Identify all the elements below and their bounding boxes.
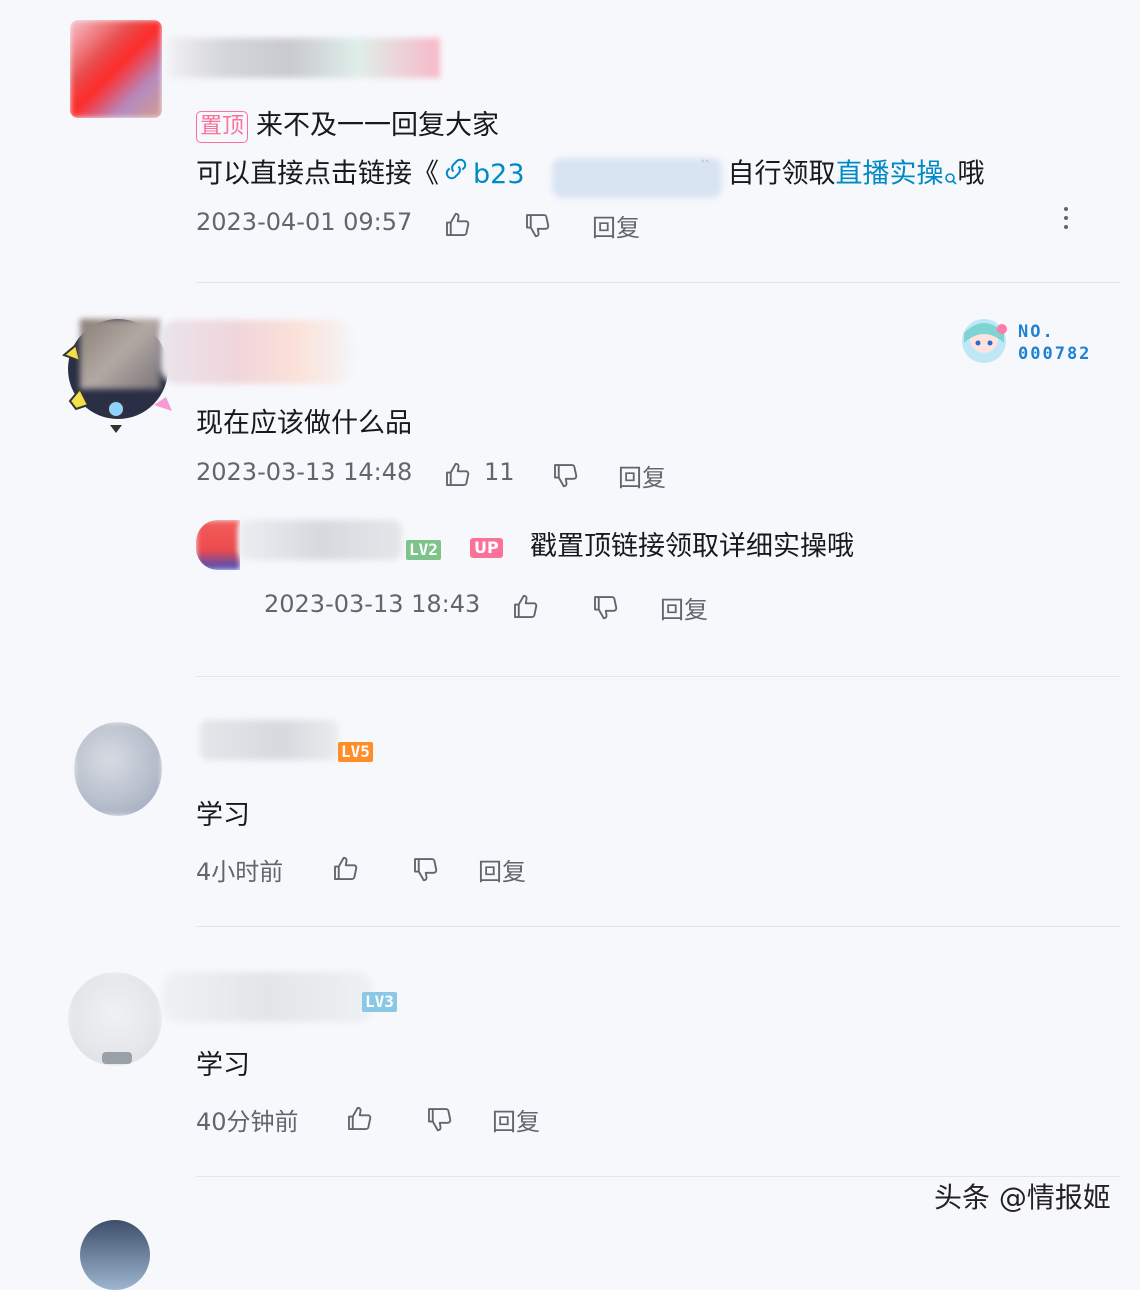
comment-text: 现在应该做什么品: [196, 408, 412, 439]
thumbs-up-icon[interactable]: [442, 210, 472, 240]
reply-button[interactable]: 回复: [618, 458, 666, 493]
pinned-badge: 置顶: [196, 110, 249, 143]
thumbs-up-icon[interactable]: [510, 592, 540, 622]
comment-time: 4小时前: [196, 858, 284, 886]
avatar[interactable]: [68, 972, 162, 1066]
fan-badge-avatar-icon: [962, 319, 1007, 363]
reply-time: 2023-03-13 18:43: [264, 590, 481, 618]
avatar[interactable]: [196, 520, 240, 570]
like-count: 11: [484, 458, 515, 486]
comment-time: 40分钟前: [196, 1108, 299, 1136]
kebab-menu-icon[interactable]: [1064, 207, 1068, 234]
watermark: 头条 @情报姬: [934, 1181, 1111, 1214]
reply-button[interactable]: 回复: [478, 852, 526, 887]
username-redacted[interactable]: [162, 972, 372, 1022]
divider: [196, 926, 1120, 927]
comment-text-line1: 置顶 来不及一一回复大家: [196, 106, 499, 146]
comment-text: 学习: [196, 1050, 250, 1081]
keyword-search-link[interactable]: 直播实操: [836, 159, 944, 190]
avatar[interactable]: [74, 722, 162, 816]
reply-text: 戳置顶链接领取详细实操哦: [530, 531, 854, 562]
thumbs-down-icon[interactable]: [522, 210, 552, 240]
username-redacted[interactable]: [160, 320, 352, 384]
fan-badge[interactable]: NO. 000782: [958, 315, 1108, 367]
link-redacted: [552, 158, 722, 198]
level-badge: LV3: [362, 992, 397, 1012]
thumbs-down-icon[interactable]: [424, 1104, 454, 1134]
username-redacted[interactable]: [200, 720, 338, 760]
username-redacted[interactable]: [168, 38, 440, 78]
username-redacted[interactable]: [238, 520, 402, 560]
thumbs-up-icon[interactable]: [344, 1104, 374, 1134]
divider: [196, 282, 1120, 283]
reply-button[interactable]: 回复: [592, 208, 640, 243]
thumbs-down-icon[interactable]: [550, 460, 580, 490]
search-icon: [944, 158, 958, 198]
link-icon: [441, 154, 471, 196]
comment-link[interactable]: b23: [439, 159, 525, 190]
thumbs-up-icon[interactable]: [330, 854, 360, 884]
up-badge: UP: [470, 538, 503, 558]
thumbs-down-icon[interactable]: [410, 854, 440, 884]
thumbs-up-icon[interactable]: [442, 460, 472, 490]
divider: [196, 676, 1120, 677]
comment-time: 2023-04-01 09:57: [196, 208, 413, 236]
reply-button[interactable]: 回复: [660, 590, 708, 625]
thumbs-down-icon[interactable]: [590, 592, 620, 622]
reply-button[interactable]: 回复: [492, 1102, 540, 1137]
avatar[interactable]: [80, 1220, 150, 1290]
comment-time: 2023-03-13 14:48: [196, 458, 413, 486]
level-badge: LV2: [406, 540, 441, 560]
level-badge: LV5: [338, 742, 373, 762]
comment-text: 学习: [196, 800, 250, 831]
avatar[interactable]: [70, 20, 162, 118]
